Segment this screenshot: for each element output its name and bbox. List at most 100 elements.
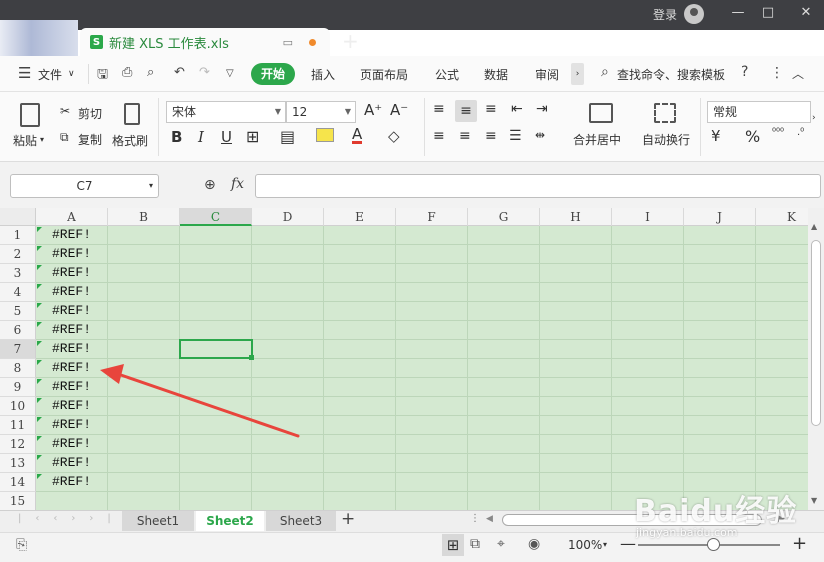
- align-left-icon[interactable]: ≡: [433, 128, 445, 144]
- collapse-ribbon-icon[interactable]: ︿: [792, 65, 804, 82]
- align-top-icon[interactable]: ≡: [433, 101, 445, 117]
- align-bottom-icon[interactable]: ≡: [485, 101, 497, 117]
- zoom-chevron-icon[interactable]: ▾: [603, 540, 607, 549]
- print-icon[interactable]: ⎙: [122, 65, 132, 80]
- help-icon[interactable]: ?: [741, 64, 748, 80]
- align-middle-icon[interactable]: ≡: [455, 100, 477, 122]
- decrease-font-icon[interactable]: A⁻: [390, 101, 408, 119]
- column-header-B[interactable]: B: [108, 208, 180, 226]
- clear-format-icon[interactable]: ◇: [388, 127, 400, 145]
- more-tabs-chevron-icon[interactable]: ›: [571, 63, 584, 85]
- cell-A11[interactable]: #REF!: [52, 417, 91, 432]
- row-header-6[interactable]: 6: [0, 321, 36, 340]
- sheet-tab-sheet2[interactable]: Sheet2: [196, 511, 264, 531]
- save-icon[interactable]: 🖫: [97, 65, 108, 87]
- row-header-4[interactable]: 4: [0, 283, 36, 302]
- font-size-select[interactable]: 12 ▼: [286, 101, 356, 123]
- cell-A3[interactable]: #REF!: [52, 265, 91, 280]
- add-sheet-icon[interactable]: +: [341, 509, 355, 529]
- tab-page-layout[interactable]: 页面布局: [360, 66, 408, 83]
- column-header-G[interactable]: G: [468, 208, 540, 226]
- cell-A4[interactable]: #REF!: [52, 284, 91, 299]
- row-header-8[interactable]: 8: [0, 359, 36, 378]
- cut-button[interactable]: 剪切: [78, 105, 102, 122]
- justify-icon[interactable]: ☰: [509, 128, 522, 144]
- row-header-2[interactable]: 2: [0, 245, 36, 264]
- search-icon[interactable]: ⌕: [601, 64, 609, 80]
- italic-icon[interactable]: I: [198, 128, 204, 146]
- tab-formulas[interactable]: 公式: [435, 66, 459, 83]
- undo-icon[interactable]: ↶: [174, 65, 185, 80]
- format-painter-button[interactable]: 格式刷: [112, 132, 148, 149]
- scroll-left-icon[interactable]: ◀: [486, 514, 493, 524]
- wrap-text-icon[interactable]: [654, 103, 676, 123]
- column-header-I[interactable]: I: [612, 208, 684, 226]
- cell-A7[interactable]: #REF!: [52, 341, 91, 356]
- login-link[interactable]: 登录: [653, 6, 677, 23]
- customize-chevron-icon[interactable]: ▽: [226, 68, 234, 79]
- more-options-icon[interactable]: ⋮: [770, 65, 784, 81]
- decrease-indent-icon[interactable]: ⇤: [511, 101, 523, 117]
- row-header-10[interactable]: 10: [0, 397, 36, 416]
- row-header-13[interactable]: 13: [0, 454, 36, 473]
- tab-review[interactable]: 审阅: [535, 66, 559, 83]
- row-header-9[interactable]: 9: [0, 378, 36, 397]
- column-header-D[interactable]: D: [252, 208, 324, 226]
- eye-protection-icon[interactable]: ◉: [528, 536, 540, 552]
- tab-start[interactable]: 开始: [251, 63, 296, 85]
- row-header-3[interactable]: 3: [0, 264, 36, 283]
- vertical-scroll-thumb[interactable]: [811, 240, 821, 426]
- name-box-chevron-icon[interactable]: ▾: [149, 175, 153, 197]
- file-menu[interactable]: 文件: [38, 66, 62, 83]
- row-header-5[interactable]: 5: [0, 302, 36, 321]
- thousands-separator-icon[interactable]: ⁰⁰⁰: [772, 127, 784, 138]
- hamburger-icon[interactable]: ☰: [18, 64, 31, 82]
- column-header-E[interactable]: E: [324, 208, 396, 226]
- maximize-icon[interactable]: □: [758, 5, 778, 20]
- chevron-down-icon[interactable]: ∨: [68, 69, 75, 79]
- home-tab-blurred[interactable]: [0, 20, 78, 56]
- sheet-tab-sheet3[interactable]: Sheet3: [266, 511, 336, 531]
- fill-color-icon[interactable]: [316, 128, 334, 142]
- cell-A12[interactable]: #REF!: [52, 436, 91, 451]
- column-header-A[interactable]: A: [36, 208, 108, 226]
- worksheet-grid[interactable]: [0, 208, 808, 510]
- macro-record-icon[interactable]: ⎘: [16, 537, 27, 553]
- wrap-text-button[interactable]: 自动换行: [642, 131, 690, 148]
- ribbon-more-chevron-icon[interactable]: ›: [812, 113, 816, 123]
- bold-icon[interactable]: B: [171, 128, 182, 146]
- copy-icon[interactable]: ⧉: [60, 130, 69, 145]
- select-all-corner[interactable]: [0, 208, 36, 226]
- percent-button[interactable]: %: [745, 127, 760, 146]
- search-commands[interactable]: 查找命令、搜索模板: [617, 66, 725, 83]
- decimal-icon[interactable]: .⁰: [797, 127, 804, 138]
- cell-A1[interactable]: #REF!: [52, 227, 91, 242]
- row-header-11[interactable]: 11: [0, 416, 36, 435]
- scissors-icon[interactable]: ✂: [60, 104, 70, 118]
- underline-icon[interactable]: U: [221, 128, 232, 146]
- user-avatar-icon[interactable]: [684, 4, 704, 24]
- minimize-icon[interactable]: —: [728, 5, 748, 20]
- cell-A13[interactable]: #REF!: [52, 455, 91, 470]
- formula-input[interactable]: [255, 174, 821, 198]
- fx-button[interactable]: fx: [231, 176, 244, 192]
- align-center-icon[interactable]: ≡: [459, 128, 471, 144]
- row-header-7[interactable]: 7: [0, 340, 36, 359]
- cell-A9[interactable]: #REF!: [52, 379, 91, 394]
- new-tab-button[interactable]: +: [342, 29, 359, 53]
- fill-handle[interactable]: [249, 355, 254, 360]
- reading-view-icon[interactable]: ⌖: [497, 536, 505, 552]
- copy-button[interactable]: 复制: [78, 131, 102, 148]
- increase-indent-icon[interactable]: ⇥: [536, 101, 548, 117]
- row-header-12[interactable]: 12: [0, 435, 36, 454]
- column-header-F[interactable]: F: [396, 208, 468, 226]
- cell-A10[interactable]: #REF!: [52, 398, 91, 413]
- increase-font-icon[interactable]: A⁺: [364, 101, 382, 119]
- merge-center-button[interactable]: 合并居中: [573, 131, 621, 148]
- paste-chevron-icon[interactable]: ▾: [40, 135, 44, 144]
- zoom-level[interactable]: 100%: [568, 538, 602, 552]
- hscroll-splitter-icon[interactable]: ⋮: [470, 513, 480, 524]
- name-box[interactable]: C7 ▾: [10, 174, 159, 198]
- row-header-14[interactable]: 14: [0, 473, 36, 492]
- cell-A5[interactable]: #REF!: [52, 303, 91, 318]
